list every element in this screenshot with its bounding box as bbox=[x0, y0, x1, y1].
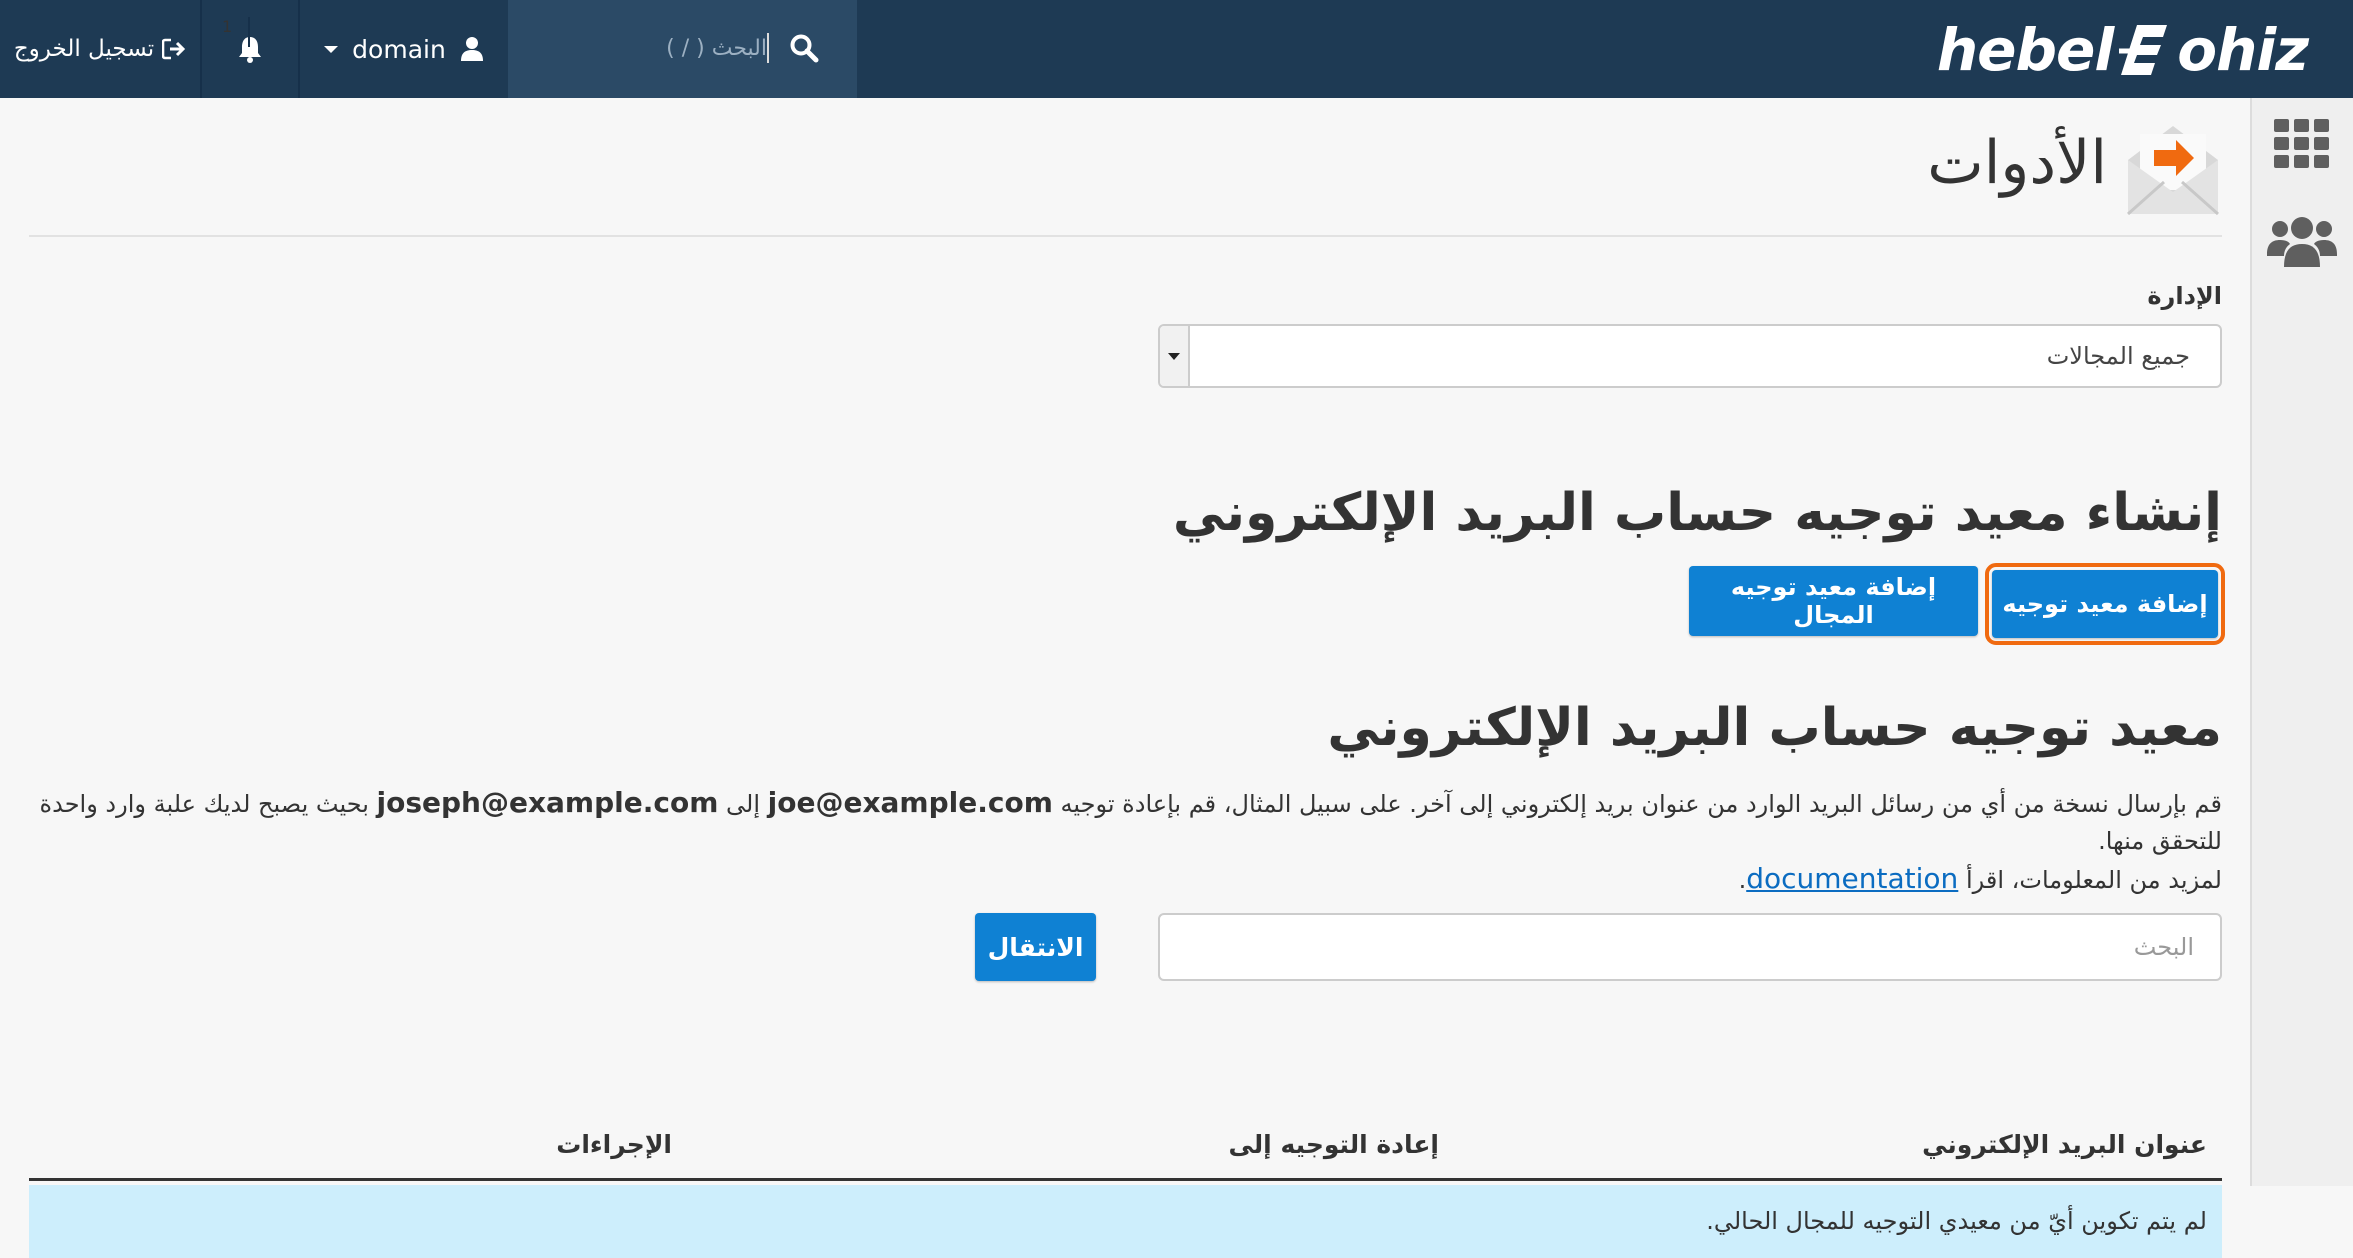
domain-select[interactable]: جميع المجالات bbox=[1158, 324, 2222, 388]
apps-grid-button[interactable] bbox=[2252, 118, 2351, 168]
add-forwarder-button[interactable]: إضافة معيد توجيه bbox=[1985, 563, 2225, 645]
table-empty-row: لم يتم تكوين أيّ من معيدي التوجيه للمجال… bbox=[29, 1185, 2222, 1258]
main-content: الأدوات الإدارة جميع المجالات إنشاء معيد… bbox=[29, 98, 2225, 1258]
email-forward-icon bbox=[2127, 126, 2219, 216]
column-header-forward-to[interactable]: إعادة التوجيه إلى bbox=[1229, 1130, 1440, 1159]
side-rail bbox=[2250, 98, 2353, 1186]
apps-grid-icon bbox=[2273, 119, 2329, 168]
global-search-input[interactable]: البحث ( / ) bbox=[508, 0, 857, 98]
top-navbar: تسجيل الخروج 1 domain البحث ( / ) hebelE… bbox=[0, 0, 2353, 98]
create-forwarder-heading: إنشاء معيد توجيه حساب البريد الإلكتروني bbox=[1172, 483, 2222, 543]
forwarders-heading: معيد توجيه حساب البريد الإلكتروني bbox=[1327, 698, 2222, 758]
forwarder-search-input[interactable]: البحث bbox=[1158, 913, 2222, 981]
select-arrow-icon bbox=[1160, 326, 1190, 386]
users-icon bbox=[2266, 217, 2337, 267]
manage-label: الإدارة bbox=[2147, 282, 2222, 310]
user-label: domain bbox=[352, 34, 446, 64]
users-button[interactable] bbox=[2252, 216, 2351, 268]
caret-down-icon bbox=[324, 46, 339, 53]
logout-button[interactable]: تسجيل الخروج bbox=[0, 0, 202, 98]
page-title: الأدوات bbox=[1927, 128, 2107, 198]
forwarder-search-placeholder: البحث bbox=[2133, 933, 2194, 961]
domain-select-value: جميع المجالات bbox=[2046, 342, 2190, 370]
forwarders-description: قم بإرسال نسخة من أي من رسائل البريد الو… bbox=[39, 786, 2222, 895]
user-menu[interactable]: domain bbox=[300, 0, 508, 98]
text-caret bbox=[767, 33, 769, 63]
user-icon bbox=[460, 37, 483, 61]
go-button[interactable]: الانتقال bbox=[975, 913, 1096, 981]
notification-count-badge: 1 bbox=[222, 17, 250, 47]
notifications-button[interactable] bbox=[202, 0, 300, 98]
documentation-link[interactable]: documentation bbox=[1746, 862, 1958, 895]
logout-label: تسجيل الخروج bbox=[13, 36, 155, 62]
column-header-actions: الإجراءات bbox=[556, 1130, 672, 1159]
global-search-placeholder: البحث ( / ) bbox=[666, 36, 767, 61]
example-from-address: joe@example.com bbox=[767, 786, 1053, 819]
brand-logo-mark bbox=[2119, 25, 2168, 75]
empty-message: لم يتم تكوين أيّ من معيدي التوجيه للمجال… bbox=[1706, 1207, 2207, 1235]
search-icon[interactable] bbox=[789, 33, 819, 63]
brand-logo[interactable]: hebelEjohiz hebel ohiz bbox=[1937, 16, 2309, 84]
logout-icon bbox=[162, 38, 186, 60]
column-header-email[interactable]: عنوان البريد الإلكتروني bbox=[1922, 1130, 2207, 1159]
example-to-address: joseph@example.com bbox=[376, 786, 719, 819]
page-header: الأدوات bbox=[29, 120, 2222, 237]
table-header: عنوان البريد الإلكتروني إعادة التوجيه إل… bbox=[29, 1110, 2222, 1181]
add-domain-forwarder-button[interactable]: إضافة معيد توجيه المجال bbox=[1689, 566, 1978, 636]
